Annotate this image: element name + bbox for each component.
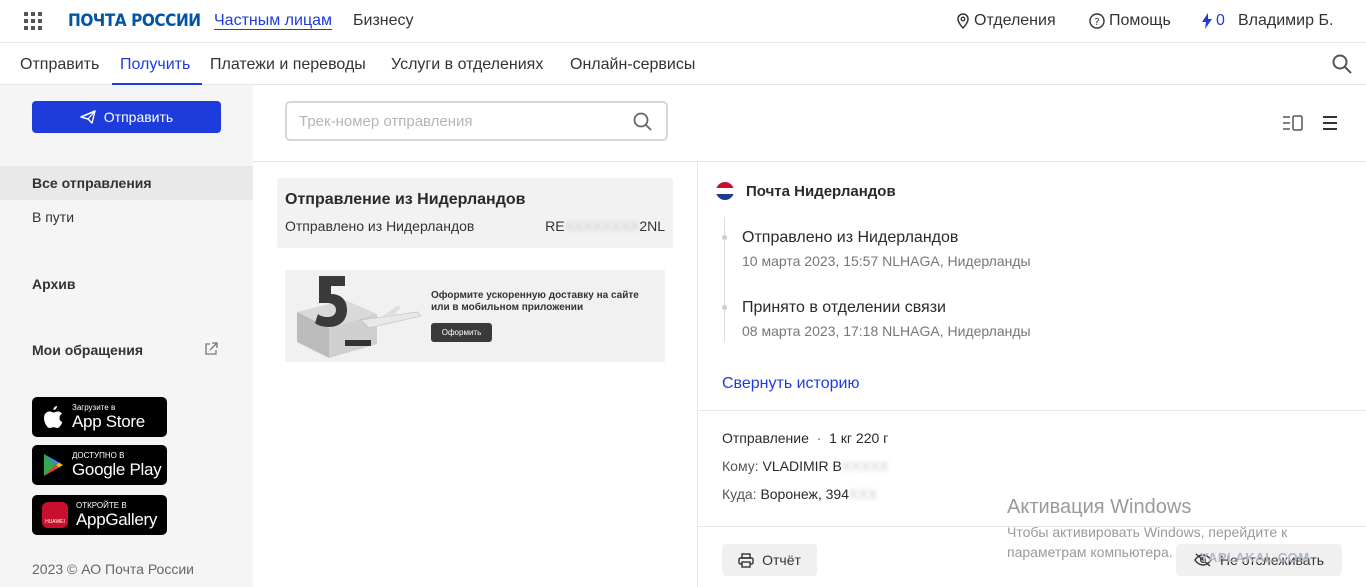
huawei-icon: HUAWEI bbox=[42, 502, 68, 528]
bolt-icon bbox=[1202, 13, 1212, 29]
shipment-label: Отправление bbox=[722, 430, 809, 446]
tracking-number: REXXXXXXXX2NL bbox=[545, 218, 665, 234]
site-watermark: YAPLAKAL.COM bbox=[1200, 550, 1310, 565]
destination-value: Воронеж, 394 bbox=[760, 486, 849, 502]
nav-send[interactable]: Отправить bbox=[20, 56, 99, 74]
app-store-big: App Store bbox=[72, 412, 145, 431]
event-title: Отправлено из Нидерландов bbox=[742, 229, 959, 246]
destination-info: Куда: Воронеж, 394XXX bbox=[722, 486, 877, 502]
printer-icon bbox=[738, 552, 754, 568]
carrier-name: Почта Нидерландов bbox=[746, 183, 896, 200]
send-button[interactable]: Отправить bbox=[32, 101, 221, 133]
promo-button[interactable]: Оформить bbox=[431, 323, 492, 342]
divider bbox=[253, 161, 1366, 162]
top-bar: ПОЧТА РОССИИ Частным лицам Бизнесу Отдел… bbox=[0, 0, 1366, 43]
private-persons-link[interactable]: Частным лицам bbox=[214, 12, 332, 30]
shipment-weight: 1 кг 220 г bbox=[829, 430, 889, 446]
google-play-icon bbox=[44, 454, 63, 476]
view-toggle bbox=[1282, 115, 1338, 131]
offices-label: Отделения bbox=[974, 12, 1056, 29]
google-play-small: ДОСТУПНО В bbox=[72, 451, 125, 460]
google-play-big: Google Play bbox=[72, 460, 162, 479]
promo-banner[interactable]: Оформите ускоренную доставку на сайте ил… bbox=[285, 270, 665, 362]
tracking-suffix: 2NL bbox=[639, 218, 665, 234]
netherlands-flag-icon bbox=[716, 182, 734, 200]
shipment-status: Отправлено из Нидерландов bbox=[285, 218, 475, 234]
sidebar-item-archive[interactable]: Архив bbox=[32, 276, 75, 292]
help-label: Помощь bbox=[1109, 12, 1171, 29]
report-button-label: Отчёт bbox=[762, 552, 801, 568]
shipment-info: Отправление · 1 кг 220 г bbox=[722, 430, 889, 446]
location-pin-icon bbox=[957, 13, 969, 29]
app-store-button[interactable]: Загрузите в App Store bbox=[32, 397, 167, 437]
nav-payments[interactable]: Платежи и переводы bbox=[210, 56, 366, 74]
offices-link[interactable]: Отделения bbox=[956, 12, 1056, 30]
event-subtitle: 10 марта 2023, 15:57 NLHAGA, Нидерланды bbox=[742, 253, 1031, 269]
parcel-box-illustration bbox=[297, 276, 422, 358]
main-nav: Отправить Получить Платежи и переводы Ус… bbox=[0, 44, 1366, 85]
sidebar: Отправить Все отправления В пути Архив М… bbox=[0, 85, 253, 587]
timeline-dot bbox=[722, 235, 727, 240]
apps-grid-icon[interactable] bbox=[24, 12, 42, 30]
timeline-dot bbox=[722, 305, 727, 310]
app-store-small: Загрузите в bbox=[72, 403, 116, 412]
business-link[interactable]: Бизнесу bbox=[353, 12, 414, 30]
nav-receive[interactable]: Получить bbox=[120, 56, 190, 74]
divider bbox=[698, 410, 1366, 411]
watermark-line: Чтобы активировать Windows, перейдите к bbox=[1007, 524, 1288, 540]
user-name: Владимир Б. bbox=[1238, 12, 1334, 29]
recipient-value: VLADIMIR B bbox=[762, 458, 842, 474]
help-link[interactable]: ? Помощь bbox=[1089, 12, 1171, 30]
track-search-input[interactable] bbox=[287, 103, 607, 139]
logo[interactable]: ПОЧТА РОССИИ bbox=[68, 11, 201, 31]
nav-online-services[interactable]: Онлайн-сервисы bbox=[570, 56, 695, 74]
recipient-hidden: XXXXX bbox=[841, 458, 889, 474]
tracking-prefix: RE bbox=[545, 218, 565, 234]
event-subtitle: 08 марта 2023, 17:18 NLHAGA, Нидерланды bbox=[742, 323, 1031, 339]
search-icon[interactable] bbox=[1332, 54, 1352, 74]
promo-text: Оформите ускоренную доставку на сайте ил… bbox=[431, 290, 639, 313]
track-search-box bbox=[285, 101, 668, 141]
google-play-button[interactable]: ДОСТУПНО В Google Play bbox=[32, 445, 167, 485]
sidebar-item-in-transit[interactable]: В пути bbox=[0, 200, 253, 234]
recipient-label: Кому: bbox=[722, 458, 759, 474]
destination-hidden: XXX bbox=[849, 486, 878, 502]
compact-view-icon[interactable] bbox=[1282, 115, 1304, 131]
app-gallery-small: ОТКРОЙТЕ В bbox=[76, 501, 127, 510]
external-link-icon[interactable] bbox=[204, 342, 218, 356]
search-icon[interactable] bbox=[633, 112, 652, 131]
sidebar-item-appeals[interactable]: Мои обращения bbox=[32, 342, 143, 358]
paper-plane-icon bbox=[80, 110, 96, 124]
apple-icon bbox=[44, 406, 63, 428]
report-button[interactable]: Отчёт bbox=[722, 544, 817, 576]
shipment-title: Отправление из Нидерландов bbox=[285, 191, 526, 208]
help-circle-icon: ? bbox=[1089, 13, 1105, 29]
destination-label: Куда: bbox=[722, 486, 757, 502]
user-menu[interactable]: Владимир Б. bbox=[1238, 12, 1333, 30]
event-title: Принято в отделении связи bbox=[742, 299, 946, 316]
app-gallery-big: AppGallery bbox=[76, 510, 158, 529]
huawei-label: HUAWEI bbox=[45, 519, 65, 525]
copyright: 2023 © АО Почта России bbox=[32, 561, 194, 577]
bonus-counter[interactable]: 0 bbox=[1202, 12, 1225, 30]
collapse-history-link[interactable]: Свернуть историю bbox=[722, 375, 859, 393]
watermark-title: Активация Windows bbox=[1007, 496, 1192, 518]
bonus-value: 0 bbox=[1216, 12, 1225, 29]
recipient-info: Кому: VLADIMIR BXXXXX bbox=[722, 458, 889, 474]
app-gallery-button[interactable]: HUAWEI ОТКРОЙТЕ В AppGallery bbox=[32, 495, 167, 535]
divider bbox=[697, 162, 698, 587]
list-view-icon[interactable] bbox=[1322, 115, 1338, 131]
tracking-hidden: XXXXXXXX bbox=[564, 218, 640, 234]
sidebar-item-all-shipments[interactable]: Все отправления bbox=[0, 166, 253, 200]
svg-text:?: ? bbox=[1094, 17, 1099, 28]
shipment-card[interactable]: Отправление из Нидерландов Отправлено из… bbox=[277, 178, 673, 248]
nav-office-services[interactable]: Услуги в отделениях bbox=[391, 56, 543, 74]
send-button-label: Отправить bbox=[103, 109, 174, 125]
